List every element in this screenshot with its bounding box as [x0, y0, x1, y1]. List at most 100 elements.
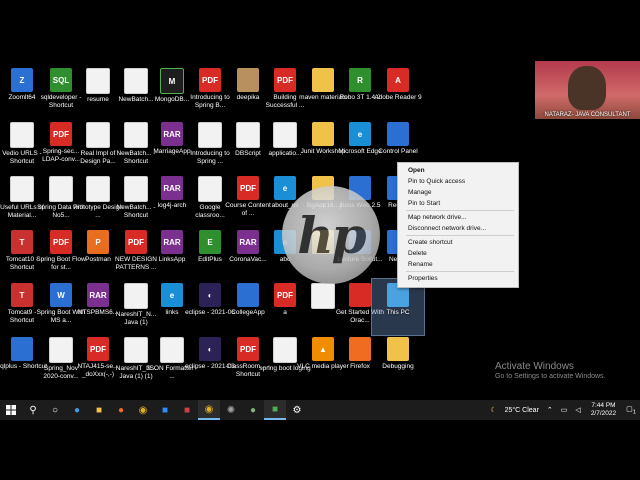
menu-item-disconnect-network-drive[interactable]: Disconnect network drive...: [398, 223, 518, 234]
notification-button[interactable]: ▢1: [622, 405, 640, 415]
menu-item-open[interactable]: Open: [398, 165, 518, 176]
file-icon: A: [387, 68, 409, 92]
hp-logo-icon: hp: [282, 186, 380, 284]
file-icon: PDF: [87, 337, 109, 361]
chrome-icon: ◉: [204, 403, 214, 415]
file-icon: PDF: [199, 68, 221, 92]
file-icon: RAR: [161, 176, 183, 200]
file-icon: [387, 337, 409, 361]
taskbar-file-explorer[interactable]: ■: [88, 400, 110, 420]
file-icon: [273, 337, 297, 363]
letterbox-bottom: [0, 420, 640, 480]
chrome-icon: ◉: [138, 404, 148, 416]
file-icon: PDF: [50, 122, 72, 146]
system-tray: ☾ 25°C Clear ⌃ ▭ ◁ 7:44 PM 2/7/2022 ▢1: [486, 400, 640, 420]
app-icon: ●: [249, 404, 257, 416]
file-icon: [160, 337, 184, 363]
file-icon: PDF: [50, 230, 72, 254]
menu-item-rename[interactable]: Rename: [398, 259, 518, 270]
file-icon: T: [11, 283, 33, 307]
folder-icon: ■: [95, 404, 103, 416]
file-icon: [311, 283, 335, 309]
file-icon: [312, 68, 334, 92]
taskbar-zoom[interactable]: ■: [154, 400, 176, 420]
app-icon: ■: [271, 403, 279, 415]
weather-label[interactable]: 25°C Clear: [501, 407, 543, 414]
menu-item-pin-quick-access[interactable]: Pin to Quick access: [398, 176, 518, 187]
file-icon: [10, 122, 34, 148]
clock[interactable]: 7:44 PM 2/7/2022: [585, 402, 622, 418]
file-icon: R: [349, 68, 371, 92]
menu-item-pin-start[interactable]: Pin to Start: [398, 198, 518, 209]
file-icon: SQL: [50, 68, 72, 92]
file-icon: [124, 68, 148, 94]
desktop-icon[interactable]: Debugging: [372, 333, 424, 389]
file-icon: [387, 122, 409, 146]
task-view-icon: ○: [51, 404, 59, 416]
menu-item-properties[interactable]: Properties: [398, 273, 518, 284]
file-icon: [349, 337, 371, 361]
file-icon: RAR: [161, 230, 183, 254]
taskbar-app4[interactable]: ■: [264, 400, 286, 420]
presenter-caption: NATARAZ- JAVA CONSULTANT: [544, 112, 631, 118]
file-icon: RAR: [237, 230, 259, 254]
taskbar-firefox[interactable]: ●: [110, 400, 132, 420]
webcam-overlay: NATARAZ- JAVA CONSULTANT: [535, 61, 640, 119]
menu-separator: [406, 210, 514, 211]
taskbar-chrome-active[interactable]: ◉: [198, 400, 220, 420]
file-icon: [236, 122, 260, 148]
menu-separator: [406, 235, 514, 236]
app-icon: ✺: [226, 404, 236, 416]
file-icon: [10, 176, 34, 202]
taskbar-settings[interactable]: ⚙: [286, 400, 308, 420]
zoom-icon: ■: [161, 404, 169, 416]
taskbar-edge[interactable]: ●: [66, 400, 88, 420]
weather-icon: ☾: [490, 407, 497, 414]
file-icon: e: [161, 283, 183, 307]
file-icon: [237, 68, 259, 92]
menu-item-map-network-drive[interactable]: Map network drive...: [398, 212, 518, 223]
file-icon: [198, 122, 222, 148]
file-icon: RAR: [161, 122, 183, 146]
activate-title: Activate Windows: [495, 361, 574, 372]
taskbar-app[interactable]: ■: [176, 400, 198, 420]
taskbar-chrome[interactable]: ◉: [132, 400, 154, 420]
file-icon: RAR: [87, 283, 109, 307]
taskbar-app2[interactable]: ✺: [220, 400, 242, 420]
file-icon: [86, 176, 110, 202]
chevron-up-icon[interactable]: ⌃: [543, 406, 557, 414]
firefox-icon: ●: [117, 404, 125, 416]
presenter-video: [568, 66, 606, 110]
file-icon: e: [274, 176, 296, 200]
notification-count: 1: [632, 409, 636, 416]
file-icon: PDF: [237, 337, 259, 361]
network-icon[interactable]: ▭: [557, 406, 572, 414]
file-icon: M: [160, 68, 184, 94]
desktop-icon[interactable]: A Adobe Reader 9: [372, 64, 424, 120]
taskbar-app3[interactable]: ●: [242, 400, 264, 420]
file-icon: [11, 337, 33, 361]
menu-item-manage[interactable]: Manage: [398, 187, 518, 198]
start-button[interactable]: [0, 400, 22, 420]
volume-icon[interactable]: ◁: [571, 406, 584, 414]
context-menu: Open Pin to Quick access Manage Pin to S…: [397, 162, 519, 288]
file-icon: PDF: [125, 230, 147, 254]
file-icon: E: [199, 230, 221, 254]
menu-item-create-shortcut[interactable]: Create shortcut: [398, 237, 518, 248]
file-icon: Z: [11, 68, 33, 92]
file-icon: [124, 337, 148, 363]
clock-time: 7:44 PM: [591, 402, 616, 409]
menu-item-delete[interactable]: Delete: [398, 248, 518, 259]
task-view-button[interactable]: ○: [44, 400, 66, 420]
desktop-icon-label: Debugging: [382, 363, 414, 370]
menu-separator: [406, 271, 514, 272]
file-icon: [86, 68, 110, 94]
file-icon: [273, 122, 297, 148]
search-button[interactable]: ⚲: [22, 400, 44, 420]
file-icon: T: [11, 230, 33, 254]
file-icon: [49, 176, 73, 202]
windows-icon: [6, 405, 16, 415]
activate-windows-watermark: Activate Windows Go to Settings to activ…: [495, 361, 606, 380]
file-icon: ◐: [199, 283, 221, 307]
file-icon: [237, 283, 259, 307]
